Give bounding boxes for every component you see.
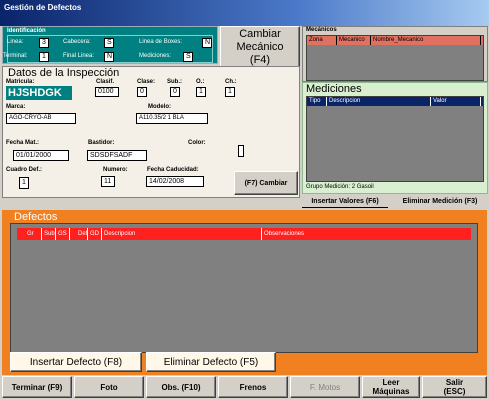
color-label: Color: — [188, 140, 206, 146]
foto-button[interactable]: Foto — [74, 376, 144, 398]
clase-label: Clase: — [137, 79, 156, 85]
sub-value[interactable]: 0 — [170, 87, 180, 97]
window-title: Gestión de Defectos — [4, 3, 82, 12]
cabecera-value: S — [104, 38, 114, 48]
mecanicos-panel: Mecánicos Zona Mecanico Nombre_Mecanico — [302, 26, 488, 82]
salir-line1: Salir — [445, 378, 464, 387]
ch-value[interactable]: 1 — [225, 87, 235, 97]
title-bar: Gestión de Defectos — [0, 0, 489, 26]
bastidor-label: Bastidor: — [88, 140, 115, 146]
mecanicos-grid[interactable]: Zona Mecanico Nombre_Mecanico — [306, 35, 484, 81]
terminar-button[interactable]: Terminar (F9) — [2, 376, 72, 398]
modelo-value[interactable]: A110.35/2 1 BLA — [136, 113, 208, 124]
terminal-label: Terminal: — [3, 53, 28, 59]
salir-line2: (ESC) — [443, 387, 466, 396]
leer-line2: Máquinas — [372, 387, 410, 396]
linea-boxes-value: N — [202, 38, 212, 48]
cambiar-mecanico-line2: Mecánico — [236, 40, 284, 53]
modelo-label: Modelo: — [148, 104, 171, 110]
mediciones-grid-header: Tipo Descripcion Valor — [307, 97, 483, 106]
inspeccion-panel: Datos de la Inspección Matricula: HJSHDG… — [2, 66, 300, 198]
sub-label: Sub.: — [167, 79, 182, 85]
o-value[interactable]: 1 — [196, 87, 206, 97]
clase-value[interactable]: 0 — [137, 87, 147, 97]
defectos-col-sub: Sub — [42, 228, 56, 240]
fecha-mat-value[interactable]: 01/01/2000 — [13, 150, 69, 161]
terminal-value: 1 — [39, 52, 49, 62]
defectos-grid-header: Gr Sub GS Def GD Descripcion Observacion… — [17, 228, 471, 240]
matricula-value: HJSHDGK — [6, 86, 72, 100]
marca-value[interactable]: AGO-CRYO-AB — [6, 113, 76, 124]
cambiar-f7-button[interactable]: (F7) Cambiar — [234, 171, 298, 195]
defectos-col-gr: Gr — [17, 228, 42, 240]
mediciones-grid[interactable]: Tipo Descripcion Valor — [306, 96, 484, 182]
final-linea-value: N — [104, 52, 114, 62]
matricula-label: Matricula: — [6, 79, 35, 85]
numero-label: Numero: — [103, 167, 128, 173]
identificacion-title: Identificación — [7, 28, 46, 34]
leer-maquinas-button[interactable]: Leer Máquinas — [362, 376, 420, 398]
leer-line1: Leer — [382, 378, 400, 387]
mediciones-label: Mediciones: — [139, 53, 172, 59]
eliminar-defecto-button[interactable]: Eliminar Defecto (F5) — [146, 352, 276, 372]
marca-label: Marca: — [6, 104, 26, 110]
bastidor-value[interactable]: SDSDFSADF — [87, 150, 147, 161]
cambiar-mecanico-line3: (F4) — [249, 53, 271, 66]
defectos-grid[interactable]: Gr Sub GS Def GD Descripcion Observacion… — [10, 223, 478, 353]
cambiar-mecanico-button[interactable]: Cambiar Mecánico (F4) — [220, 26, 300, 68]
mecanicos-col-mecanico: Mecanico — [337, 36, 371, 45]
linea-boxes-label: Linea de Boxes: — [139, 39, 183, 45]
inspeccion-title: Datos de la Inspección — [8, 67, 120, 79]
color-swatch[interactable] — [238, 145, 244, 157]
defectos-col-observaciones: Observaciones — [264, 231, 305, 237]
fecha-mat-label: Fecha Mat.: — [6, 140, 40, 146]
linea-label: Linea: — [7, 39, 24, 45]
linea-value: 3 — [39, 38, 49, 48]
obs-button[interactable]: Obs. (F10) — [146, 376, 216, 398]
ch-label: Ch.: — [225, 79, 237, 85]
f-motos-button: F. Motos — [290, 376, 360, 398]
mediciones-value: S — [183, 52, 193, 62]
eliminar-medicion-button[interactable]: Eliminar Medición (F3) — [392, 196, 488, 208]
mecanicos-grid-header: Zona Mecanico Nombre_Mecanico — [307, 36, 483, 45]
clasif-value[interactable]: 0100 — [95, 87, 119, 97]
mediciones-col-tipo: Tipo — [307, 97, 327, 106]
mediciones-panel: Mediciones Tipo Descripcion Valor Grupo … — [302, 82, 488, 194]
cuadro-def-value[interactable]: 1 — [19, 177, 29, 189]
frenos-button[interactable]: Frenos — [218, 376, 288, 398]
fecha-caducidad-label: Fecha Caducidad: — [147, 167, 199, 173]
identificacion-panel: Identificación Linea: 3 Cabecera: S Line… — [2, 26, 218, 64]
clasif-label: Clasif. — [96, 79, 115, 85]
insertar-defecto-button[interactable]: Insertar Defecto (F8) — [10, 352, 142, 372]
defectos-col-gs: GS — [56, 228, 70, 240]
defectos-col-def: Def — [76, 228, 88, 240]
defectos-col-descripcion: Descripcion — [102, 228, 262, 240]
cabecera-label: Cabecera: — [63, 39, 91, 45]
mecanicos-title: Mecánicos — [306, 27, 337, 33]
main-window: Gestión de Defectos Identificación Linea… — [0, 0, 489, 399]
mecanicos-col-nombre: Nombre_Mecanico — [371, 36, 481, 45]
defectos-col-gd: GD — [88, 228, 102, 240]
insertar-valores-button[interactable]: Insertar Valores (F6) — [302, 196, 388, 208]
grupo-medicion: Grupo Medición: 2 Gasoil — [306, 184, 374, 190]
defectos-title: Defectos — [14, 211, 58, 223]
mediciones-col-valor: Valor — [431, 97, 481, 106]
defectos-panel: Defectos Gr Sub GS Def GD Descripcion Ob… — [2, 210, 487, 375]
final-linea-label: Final Linea: — [63, 53, 95, 59]
salir-button[interactable]: Salir (ESC) — [422, 376, 487, 398]
o-label: O.: — [196, 79, 205, 85]
cambiar-mecanico-line1: Cambiar — [239, 27, 281, 40]
fecha-caducidad-value[interactable]: 14/02/2008 — [146, 176, 204, 187]
numero-value[interactable]: 11 — [101, 176, 115, 187]
mediciones-col-descripcion: Descripcion — [327, 97, 431, 106]
cuadro-def-label: Cuadro Def.: — [6, 167, 42, 173]
mecanicos-col-zona: Zona — [307, 36, 337, 45]
mediciones-title: Mediciones — [306, 83, 362, 95]
